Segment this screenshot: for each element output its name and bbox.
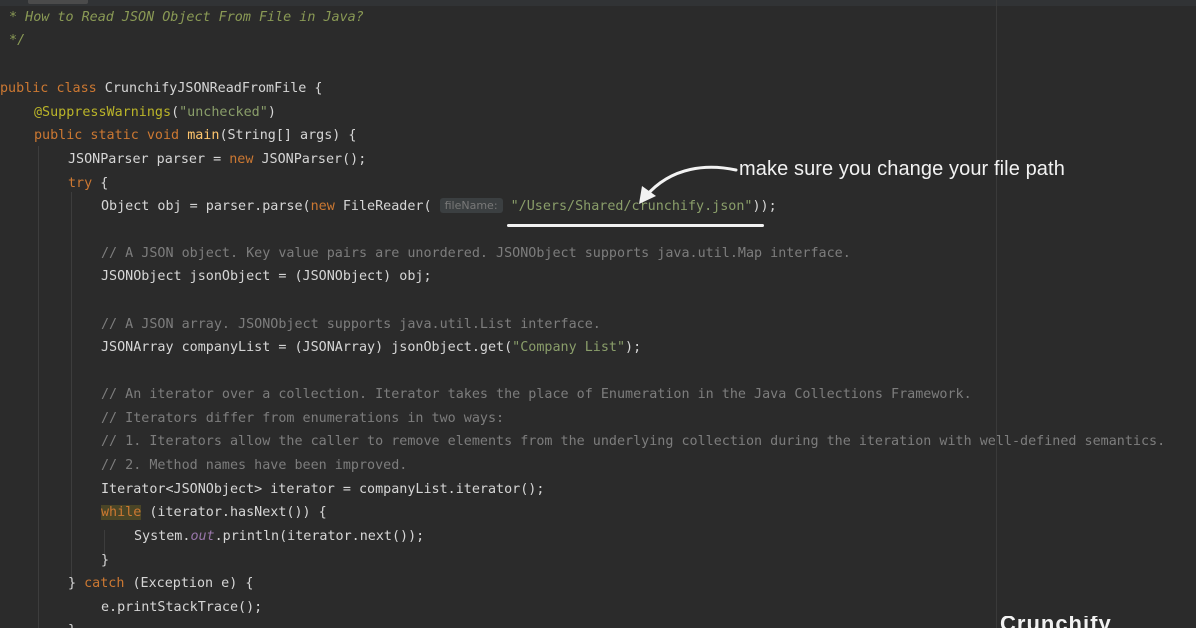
code-line[interactable]: } catch (Exception e) { [68,573,253,595]
keyword: class [56,81,97,96]
string-literal: "unchecked" [179,105,268,120]
code-line[interactable]: System.out.println(iterator.next()); [134,526,424,548]
doc-comment: * How to Read JSON Object From File in J… [1,10,364,25]
tab-fragment [28,0,88,4]
code-text: (String[] args) { [219,128,357,143]
code-line[interactable]: JSONObject jsonObject = (JSONObject) obj… [101,266,432,288]
code-line[interactable]: } [101,550,109,572]
code-text: JSONArray companyList = (JSONArray) json… [101,340,513,355]
right-margin-guide [996,0,997,628]
code-line[interactable]: public class CrunchifyJSONReadFromFile { [0,78,322,100]
annotation-callout: make sure you change your file path [739,158,1065,180]
editor-top-bar [0,0,1196,6]
doc-comment: */ [1,33,26,48]
code-line[interactable]: @SuppressWarnings("unchecked") [34,102,276,124]
code-line[interactable]: } [68,620,76,628]
code-editor[interactable]: * How to Read JSON Object From File in J… [0,0,1196,628]
static-field: out [190,529,215,544]
code-text: } [101,553,110,568]
code-line[interactable]: // A JSON object. Key value pairs are un… [101,243,851,265]
file-path-underline [507,224,764,227]
comment: // An iterator over a collection. Iterat… [101,387,972,402]
code-text: .println(iterator.next()); [214,529,425,544]
code-text: JSONParser parser = [68,152,230,167]
keyword-highlighted: while [101,505,142,520]
punctuation: ( [171,105,180,120]
comment: // Iterators differ from enumerations in… [101,411,505,426]
code-line[interactable]: while (iterator.hasNext()) { [101,502,327,524]
code-text: (iterator.hasNext()) { [141,505,327,520]
code-line[interactable]: Iterator<JSONObject> iterator = companyL… [101,479,544,501]
code-text: )); [752,199,777,214]
indent-guide [71,192,72,582]
code-line[interactable]: // An iterator over a collection. Iterat… [101,384,972,406]
keyword: public static void [34,128,180,143]
keyword: catch [84,576,125,591]
punctuation: ) [267,105,276,120]
code-line[interactable]: try { [68,173,108,195]
code-text: Object obj = parser.parse( [101,199,311,214]
code-text: (Exception e) { [124,576,254,591]
keyword: new [229,152,254,167]
comment: // A JSON object. Key value pairs are un… [101,246,851,261]
comment: // 1. Iterators allow the caller to remo… [101,434,1166,449]
code-text: ); [625,340,642,355]
code-line[interactable]: public static void main(String[] args) { [34,125,357,147]
code-text: { [92,176,109,191]
code-text: JSONParser(); [253,152,367,167]
keyword: try [68,176,93,191]
parameter-hint: fileName: [439,198,503,213]
keyword: new [310,199,335,214]
code-line[interactable]: // A JSON array. JSONObject supports jav… [101,314,601,336]
comment: // A JSON array. JSONObject supports jav… [101,317,601,332]
code-text: } [68,623,76,628]
code-text: System. [134,529,191,544]
class-declaration: CrunchifyJSONReadFromFile { [96,81,323,96]
curved-arrow-icon [639,165,738,204]
code-line[interactable]: // Iterators differ from enumerations in… [101,408,504,430]
method-name: main [187,128,220,143]
code-text: JSONObject jsonObject = (JSONObject) obj… [101,269,432,284]
code-text: Iterator<JSONObject> iterator = companyL… [101,482,545,497]
code-line[interactable]: JSONParser parser = new JSONParser(); [68,149,366,171]
crunchify-logo: Crunchify [1000,616,1196,628]
annotation: @SuppressWarnings [34,105,172,120]
code-line[interactable]: * How to Read JSON Object From File in J… [1,7,364,29]
code-line[interactable]: // 1. Iterators allow the caller to remo… [101,431,1165,453]
code-line[interactable]: e.printStackTrace(); [101,597,262,619]
indent-guide [38,146,39,628]
keyword: public [0,81,49,96]
logo-text: Crunchify [1000,616,1112,628]
code-text: } [68,576,85,591]
code-text: FileReader( [334,199,440,214]
code-text: e.printStackTrace(); [101,600,263,615]
code-line[interactable]: JSONArray companyList = (JSONArray) json… [101,337,641,359]
string-literal: "Company List" [512,340,626,355]
code-line[interactable]: // 2. Method names have been improved. [101,455,407,477]
code-line[interactable]: */ [1,30,25,52]
comment: // 2. Method names have been improved. [101,458,408,473]
